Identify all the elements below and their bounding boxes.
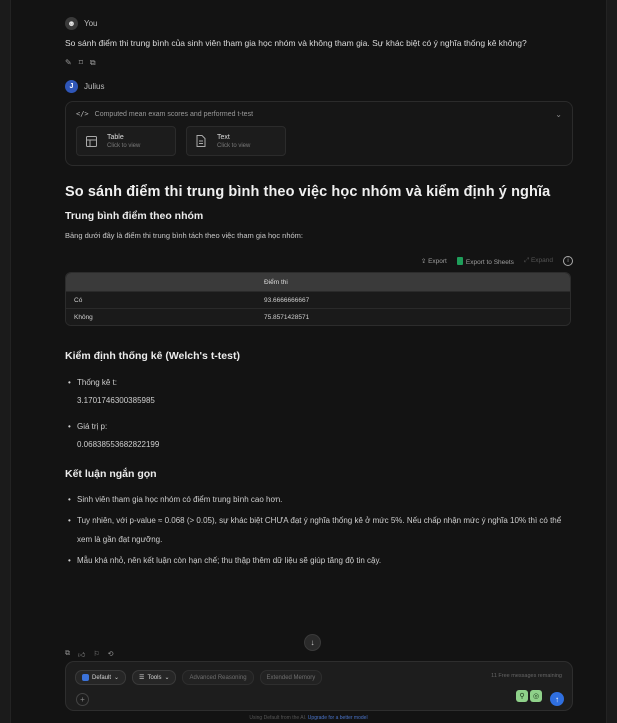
model-icon (82, 674, 89, 681)
user-message: So sánh điểm thi trung bình của sinh viê… (65, 38, 527, 48)
tool-run-card[interactable]: </> Computed mean exam scores and perfor… (65, 101, 573, 166)
copy-icon[interactable]: ⧉ (65, 650, 70, 659)
model-label: Default (92, 674, 112, 681)
table-row: Không 75.8571428571 (66, 308, 570, 325)
attach-icon[interactable]: + (76, 693, 89, 706)
section-heading-means: Trung bình điểm theo nhóm (65, 210, 204, 222)
composer-extension-icons: ⚲ ◎ (516, 690, 542, 702)
sheets-icon (456, 256, 463, 265)
table-row: Có 93.6666666667 (66, 291, 570, 308)
footer-note: Using Default from the AI. Upgrade for a… (0, 715, 617, 721)
table-header-row: Điểm thi (66, 273, 570, 291)
stats-list-2: Giá trị p: (65, 422, 575, 431)
model-selector[interactable]: Default ⌄ (75, 670, 127, 685)
document-icon (195, 135, 207, 147)
expand-label: Expand (530, 257, 553, 264)
export-sheets-button[interactable]: Export to Sheets (456, 256, 514, 266)
upgrade-link[interactable]: Upgrade for a better model (308, 715, 368, 721)
thumbs-up-icon[interactable]: 👍︎ (78, 650, 85, 659)
tool-run-summary: Computed mean exam scores and performed … (94, 110, 254, 118)
send-button[interactable]: ↑ (550, 692, 564, 706)
bookmark-icon[interactable]: ⌑ (79, 58, 83, 68)
section-text-means: Bảng dưới đây là điểm thi trung bình tác… (65, 231, 303, 240)
grammar-icon[interactable]: ◎ (530, 690, 542, 702)
user-header: ☻ You (65, 17, 575, 30)
export-button[interactable]: ⇪ Export (421, 257, 447, 265)
output-title: Table (107, 133, 124, 141)
response-title: So sánh điểm thi trung bình theo việc họ… (65, 184, 551, 200)
table-header-cell (66, 273, 256, 291)
arrow-down-icon: ↓ (310, 638, 315, 647)
list-item: Thống kê t: (65, 378, 575, 387)
footer-text: Using Default from the AI. (249, 715, 307, 721)
table-toolbar: ⇪ Export Export to Sheets ⤢ Expand i (65, 256, 575, 266)
section-heading-ttest: Kiểm định thống kê (Welch's t-test) (65, 350, 240, 362)
means-table: Điểm thi Có 93.6666666667 Không 75.85714… (65, 272, 571, 326)
tool-run-header[interactable]: </> Computed mean exam scores and perfor… (76, 110, 562, 119)
thumbs-down-icon[interactable]: ⚐ (93, 650, 99, 659)
composer-options: Default ⌄ ☰ Tools ⌄ Advanced Reasoning E… (75, 670, 323, 685)
list-item: Sinh viên tham gia học nhóm có điểm trun… (65, 490, 575, 509)
advanced-reasoning-toggle[interactable]: Advanced Reasoning (182, 670, 254, 685)
chat-thread: ☻ You So sánh điểm thi trung bình của si… (65, 0, 575, 570)
tools-selector[interactable]: ☰ Tools ⌄ (132, 670, 177, 685)
left-edge (0, 0, 11, 723)
table-header-cell: Điểm thi (256, 273, 570, 291)
response-actions: ⧉ 👍︎ ⚐ ⟲ (65, 650, 113, 659)
stat-label: Thống kê t: (77, 378, 118, 387)
code-icon: </> (76, 110, 89, 118)
export-label: Export (428, 258, 447, 265)
stat-value: 0.06838553682822199 (77, 440, 160, 449)
list-item: Mẫu khá nhỏ, nên kết luận còn hạn chế; t… (65, 551, 575, 570)
output-title: Text (217, 133, 230, 141)
tools-icon: ☰ (139, 675, 145, 681)
free-messages-remaining: 11 Free messages remaining (491, 673, 562, 679)
arrow-up-icon: ↑ (555, 694, 559, 704)
table-cell: Không (66, 308, 256, 325)
chevron-down-icon: ⌄ (114, 675, 120, 681)
list-item: Giá trị p: (65, 422, 575, 431)
output-subtitle: Click to view (107, 142, 141, 149)
export-icon: ⇪ (420, 258, 427, 265)
julius-avatar-icon: J (65, 80, 78, 93)
table-cell: Có (66, 291, 256, 308)
list-item: Tuy nhiên, với p-value ≈ 0.068 (> 0.05),… (65, 511, 575, 549)
table-cell: 75.8571428571 (256, 308, 570, 325)
user-avatar-icon: ☻ (65, 17, 78, 30)
user-message-actions: ✎ ⌑ ⧉ (65, 58, 575, 68)
expand-button[interactable]: ⤢ Expand (524, 257, 553, 265)
tools-label: Tools (147, 674, 162, 681)
extended-memory-toggle[interactable]: Extended Memory (259, 670, 323, 685)
output-text-tile[interactable]: Text Click to view (186, 126, 286, 156)
stat-value: 3.1701746300385985 (77, 396, 155, 405)
assistant-header: J Julius (65, 80, 575, 93)
section-heading-conclusion: Kết luận ngắn gọn (65, 468, 157, 480)
scroll-down-button[interactable]: ↓ (304, 634, 321, 651)
output-subtitle: Click to view (217, 142, 251, 149)
export-sheets-label: Export to Sheets (465, 258, 514, 266)
table-icon (85, 135, 97, 147)
assistant-name: Julius (84, 82, 105, 91)
expand-icon: ⤢ (523, 257, 530, 264)
info-icon[interactable]: i (563, 256, 573, 266)
tool-outputs: Table Click to view Text Click to view (76, 126, 562, 156)
output-table-tile[interactable]: Table Click to view (76, 126, 176, 156)
user-name: You (84, 19, 98, 28)
chevron-down-icon[interactable]: ⌄ (555, 110, 562, 119)
retry-icon[interactable]: ⟲ (108, 650, 114, 659)
stat-label: Giá trị p: (77, 422, 108, 431)
message-composer[interactable]: Default ⌄ ☰ Tools ⌄ Advanced Reasoning E… (65, 661, 573, 711)
edit-icon[interactable]: ✎ (65, 58, 72, 68)
conclusion-list: Sinh viên tham gia học nhóm có điểm trun… (65, 490, 575, 570)
chevron-down-icon: ⌄ (164, 675, 170, 681)
copy-icon[interactable]: ⧉ (90, 58, 96, 68)
table-cell: 93.6666666667 (256, 291, 570, 308)
right-edge (606, 0, 617, 723)
pin-icon[interactable]: ⚲ (516, 690, 528, 702)
stats-list: Thống kê t: (65, 378, 575, 387)
